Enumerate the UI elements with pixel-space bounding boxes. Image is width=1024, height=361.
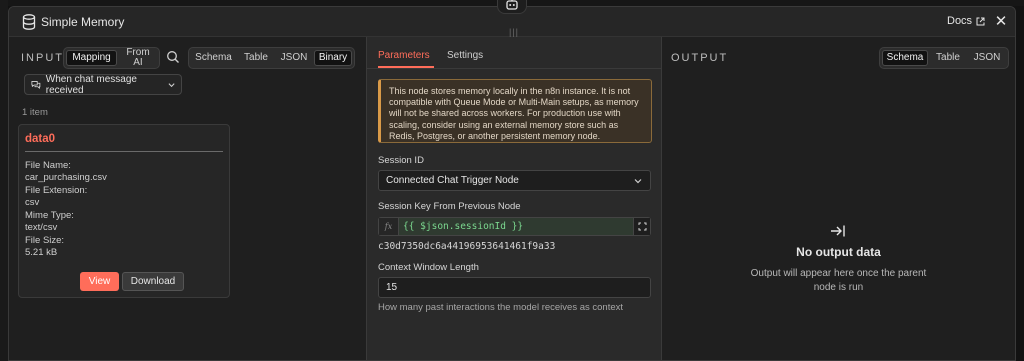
mode-from-ai[interactable]: From AI xyxy=(119,47,157,68)
mime-type-label: Mime Type: xyxy=(25,210,74,221)
session-key-expression: {{ $json.sessionId }} xyxy=(403,221,524,232)
context-window-label: Context Window Length xyxy=(378,262,479,273)
no-output-message: Output will appear here once the parent … xyxy=(750,268,927,293)
download-button[interactable]: Download xyxy=(122,272,184,291)
session-key-label: Session Key From Previous Node xyxy=(378,201,521,212)
mode-mapping[interactable]: Mapping xyxy=(66,50,117,66)
card-divider xyxy=(25,151,223,152)
session-id-select[interactable]: Connected Chat Trigger Node xyxy=(378,170,651,191)
modal-title: Simple Memory xyxy=(41,15,125,29)
chat-icon xyxy=(31,80,41,89)
tab-table[interactable]: Table xyxy=(238,50,274,66)
output-tab-json[interactable]: JSON xyxy=(968,50,1006,66)
output-panel: OUTPUT Schema Table JSON No output data … xyxy=(662,37,1015,360)
binary-file-card: data0 File Name: car_purchasing.csv File… xyxy=(18,124,230,298)
file-name-value: car_purchasing.csv xyxy=(25,172,107,183)
database-icon xyxy=(22,14,36,30)
context-window-value: 15 xyxy=(386,282,398,293)
output-tab-table[interactable]: Table xyxy=(930,50,966,66)
input-node-selector[interactable]: When chat message received xyxy=(24,73,182,96)
file-extension-value: csv xyxy=(25,197,40,208)
session-key-expression-field[interactable]: fx {{ $json.sessionId }} xyxy=(378,217,651,236)
drag-handle[interactable]: ||| xyxy=(509,27,519,37)
chevron-down-icon xyxy=(168,82,175,87)
file-name-label: File Name: xyxy=(25,160,71,171)
arrow-right-to-line-icon xyxy=(831,225,845,237)
binary-name: data0 xyxy=(25,133,56,145)
output-tab-schema[interactable]: Schema xyxy=(882,50,928,66)
item-count: 1 item xyxy=(22,107,48,118)
session-id-value: Connected Chat Trigger Node xyxy=(386,175,519,186)
output-label: OUTPUT xyxy=(671,52,729,64)
robot-icon[interactable] xyxy=(497,0,527,14)
docs-link[interactable]: Docs xyxy=(947,15,985,27)
parameters-panel: Parameters Settings This node stores mem… xyxy=(366,37,662,360)
tab-settings[interactable]: Settings xyxy=(447,50,483,61)
docs-label: Docs xyxy=(947,15,973,27)
no-output-title: No output data xyxy=(796,245,881,259)
input-view-tabs: Schema Table JSON Binary xyxy=(188,47,355,69)
node-details-modal: Simple Memory Docs ✕ ||| INPUT Mapping F… xyxy=(8,6,1016,361)
tab-json[interactable]: JSON xyxy=(276,50,312,66)
queue-mode-warning: This node stores memory locally in the n… xyxy=(378,79,652,143)
context-window-hint: How many past interactions the model rec… xyxy=(378,302,624,313)
external-link-icon xyxy=(976,17,985,25)
tabs-divider xyxy=(367,68,661,69)
output-view-tabs: Schema Table JSON xyxy=(879,47,1009,69)
canvas-background-left xyxy=(0,0,8,361)
view-button[interactable]: View xyxy=(80,272,119,291)
input-mode-toggle: Mapping From AI xyxy=(63,47,160,69)
session-id-label: Session ID xyxy=(378,155,424,166)
input-panel: INPUT Mapping From AI Schema Table JSON … xyxy=(9,37,366,360)
chevron-down-icon xyxy=(634,179,642,184)
input-label: INPUT xyxy=(21,52,64,64)
context-window-input[interactable]: 15 xyxy=(378,277,651,298)
close-button[interactable]: ✕ xyxy=(993,12,1009,30)
tab-schema[interactable]: Schema xyxy=(191,50,236,66)
tab-binary[interactable]: Binary xyxy=(314,50,352,66)
expression-fx-icon: fx xyxy=(379,218,399,235)
input-node-name: When chat message received xyxy=(45,73,137,96)
mime-type-value: text/csv xyxy=(25,222,58,233)
expand-icon xyxy=(638,222,646,231)
expand-expression-button[interactable] xyxy=(633,218,650,235)
file-extension-label: File Extension: xyxy=(25,185,88,196)
file-size-label: File Size: xyxy=(25,235,65,246)
tab-parameters[interactable]: Parameters xyxy=(378,50,430,61)
file-size-value: 5.21 kB xyxy=(25,247,58,258)
session-key-result: c30d7350dc6a44196953641461f9a33 xyxy=(378,241,556,252)
search-icon[interactable] xyxy=(166,50,180,64)
